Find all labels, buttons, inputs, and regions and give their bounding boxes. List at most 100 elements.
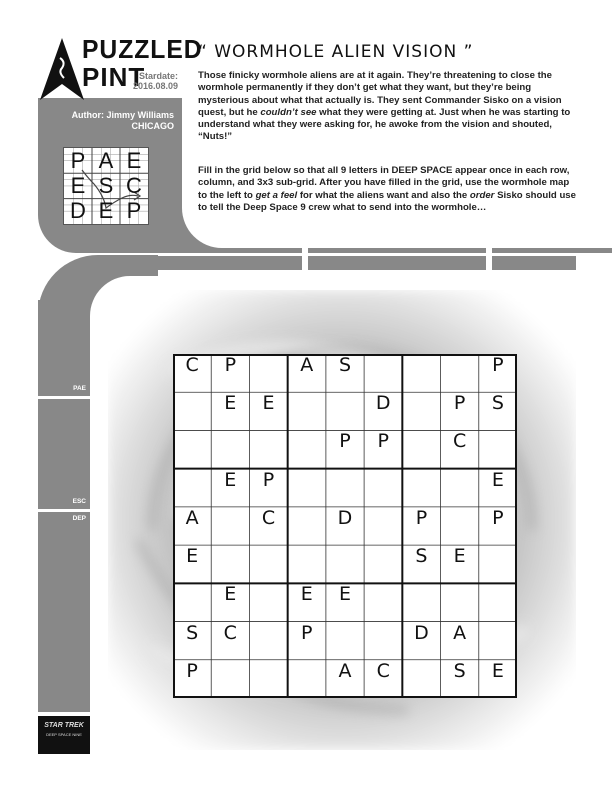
mini-cell: D (70, 198, 86, 223)
grid-cell[interactable] (249, 622, 287, 660)
grid-cell[interactable]: C (249, 507, 287, 545)
grid-cell[interactable] (402, 660, 440, 698)
grid-cell[interactable] (211, 545, 249, 583)
grid-cell[interactable]: A (288, 354, 326, 392)
grid-cell[interactable] (211, 430, 249, 468)
stardate-value: 2016.08.09 (132, 81, 178, 91)
grid-cell[interactable] (173, 430, 211, 468)
grid-cell[interactable]: E (441, 545, 479, 583)
grid-cell[interactable] (479, 622, 517, 660)
grid-cell[interactable] (249, 545, 287, 583)
grid-cell[interactable]: E (249, 392, 287, 430)
grid-cell[interactable] (249, 430, 287, 468)
grid-cell[interactable]: S (441, 660, 479, 698)
grid-cell[interactable] (441, 354, 479, 392)
grid-cell[interactable]: A (173, 507, 211, 545)
grid-cell[interactable]: D (326, 507, 364, 545)
grid-cell[interactable] (479, 583, 517, 621)
grid-cell[interactable] (364, 354, 402, 392)
grid-cell[interactable]: P (249, 469, 287, 507)
grid-cell[interactable] (211, 507, 249, 545)
grid-cell[interactable]: D (364, 392, 402, 430)
grid-cell[interactable]: A (441, 622, 479, 660)
grid-cell[interactable]: C (364, 660, 402, 698)
grid-cell[interactable]: E (173, 545, 211, 583)
grid-cell[interactable]: P (173, 660, 211, 698)
grid-cell[interactable] (288, 430, 326, 468)
grid-cell[interactable]: P (288, 622, 326, 660)
grid-cell[interactable] (364, 545, 402, 583)
grid-cell[interactable] (326, 469, 364, 507)
sidebar-separator (38, 396, 90, 399)
grid-cell[interactable]: P (479, 354, 517, 392)
grid-cell[interactable] (173, 469, 211, 507)
starfleet-arrow-icon (40, 38, 84, 100)
instructions-paragraph: Fill in the grid below so that all 9 let… (198, 165, 576, 213)
mini-cell: E (98, 198, 114, 223)
puzzle-title: “ WORMHOLE ALIEN VISION ” (198, 42, 474, 62)
grid-cell[interactable]: E (326, 583, 364, 621)
intro-paragraph: Those finicky wormhole aliens are at it … (198, 70, 571, 143)
grid-cell[interactable] (249, 354, 287, 392)
grid-cell[interactable] (364, 622, 402, 660)
grid-cell[interactable]: C (441, 430, 479, 468)
grid-cell[interactable]: A (326, 660, 364, 698)
mini-cell: P (70, 148, 86, 173)
grid-cell[interactable] (288, 392, 326, 430)
grid-cell[interactable] (402, 469, 440, 507)
grid-cell[interactable]: P (402, 507, 440, 545)
grid-cell[interactable] (441, 507, 479, 545)
badge-title: STAR TREK (44, 722, 84, 729)
grid-cell[interactable]: S (326, 354, 364, 392)
grid-cell[interactable] (479, 430, 517, 468)
grid-cell[interactable] (364, 507, 402, 545)
grid-cell[interactable]: E (479, 469, 517, 507)
author-block: Author: Jimmy Williams CHICAGO (40, 110, 174, 132)
grid-cell[interactable] (479, 545, 517, 583)
grid-cell[interactable] (211, 660, 249, 698)
grid-cell[interactable] (402, 583, 440, 621)
grid-cell[interactable]: P (479, 507, 517, 545)
grid-cell[interactable]: E (211, 469, 249, 507)
grid-cell[interactable] (326, 622, 364, 660)
grid-cell[interactable] (364, 583, 402, 621)
grid-cell[interactable] (326, 392, 364, 430)
grid-cell[interactable]: E (479, 660, 517, 698)
grid-cell[interactable] (173, 392, 211, 430)
grid-cell[interactable] (402, 430, 440, 468)
grid-cell[interactable]: E (211, 583, 249, 621)
grid-cell[interactable] (288, 545, 326, 583)
grid-cell[interactable]: S (173, 622, 211, 660)
logo-word-puzzled: PUZZLED (82, 34, 203, 64)
sidebar-separator (38, 509, 90, 512)
grid-cell[interactable]: P (364, 430, 402, 468)
grid-cell[interactable] (249, 583, 287, 621)
grid-cell[interactable] (441, 469, 479, 507)
mini-cell: A (98, 148, 114, 173)
stardate-label: Stardate: (138, 71, 178, 81)
grid-cell[interactable]: S (402, 545, 440, 583)
grid-cell[interactable] (288, 469, 326, 507)
grid-cell[interactable] (402, 354, 440, 392)
grid-cell[interactable]: P (211, 354, 249, 392)
mini-cell: P (126, 198, 142, 223)
grid-cell[interactable] (249, 660, 287, 698)
mini-cell: C (126, 173, 142, 198)
grid-cell[interactable] (402, 392, 440, 430)
grid-cell[interactable]: P (326, 430, 364, 468)
grid-cell[interactable]: D (402, 622, 440, 660)
grid-cell[interactable] (288, 507, 326, 545)
mini-cell: S (98, 173, 114, 198)
grid-cell[interactable] (441, 583, 479, 621)
grid-cell[interactable] (364, 469, 402, 507)
grid-cell[interactable]: C (173, 354, 211, 392)
grid-cell[interactable] (173, 583, 211, 621)
author-city: CHICAGO (131, 121, 175, 131)
grid-cell[interactable]: E (288, 583, 326, 621)
grid-cell[interactable]: S (479, 392, 517, 430)
grid-cell[interactable] (326, 545, 364, 583)
grid-cell[interactable]: C (211, 622, 249, 660)
grid-cell[interactable]: P (441, 392, 479, 430)
grid-cell[interactable]: E (211, 392, 249, 430)
grid-cell[interactable] (288, 660, 326, 698)
